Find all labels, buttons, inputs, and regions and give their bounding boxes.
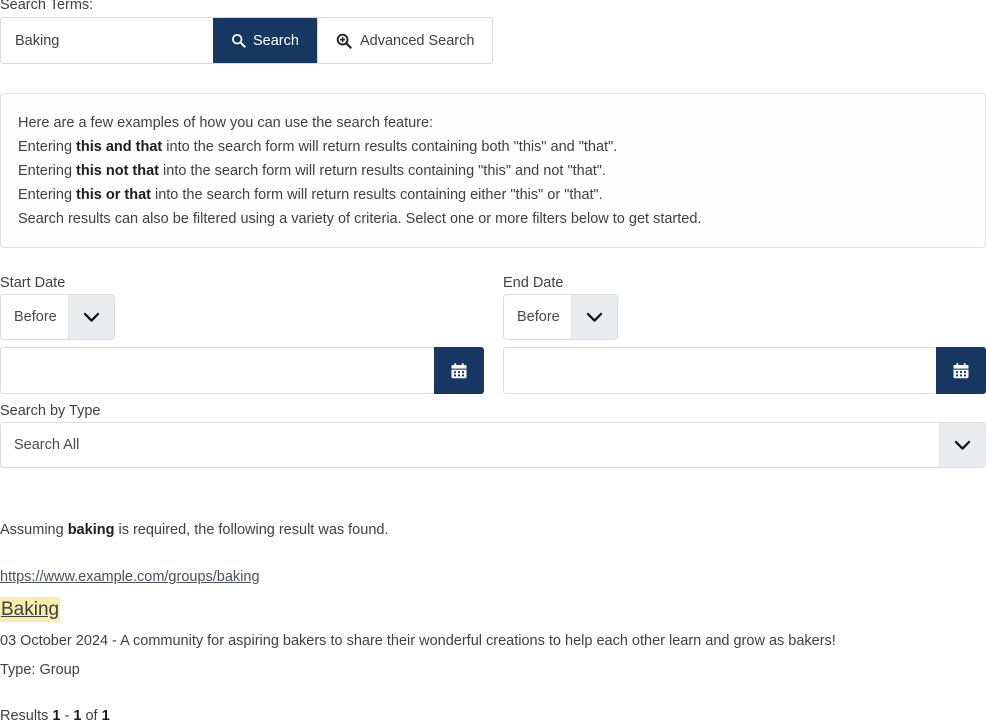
calendar-icon (952, 362, 970, 380)
search-by-type-select[interactable]: Search All (0, 422, 986, 468)
advanced-search-label: Advanced Search (359, 32, 475, 49)
assumption-text: Assuming baking is required, the followi… (0, 522, 389, 538)
help-line-0: Here are a few examples of how you can u… (18, 115, 434, 131)
help-line-1: Entering this and that into the search f… (18, 139, 618, 155)
start-date-label: Start Date (0, 275, 66, 291)
search-button-label: Search (253, 32, 299, 49)
result-type: Type: Group (0, 662, 80, 678)
start-date-row (0, 347, 484, 394)
help-line-4: Search results can also be filtered usin… (18, 211, 702, 227)
advanced-search-button[interactable]: Advanced Search (316, 18, 493, 63)
chevron-down-icon[interactable] (939, 423, 985, 467)
result-url-link[interactable]: https://www.example.com/groups/baking (0, 569, 260, 586)
end-date-input[interactable] (503, 347, 936, 394)
start-date-operator-value: Before (1, 295, 68, 339)
start-date-calendar-button[interactable] (434, 347, 484, 394)
results-count: Results 1 - 1 of 1 (0, 708, 110, 722)
search-button[interactable]: Search (213, 18, 317, 63)
magnifier-plus-icon (336, 33, 352, 49)
chevron-down-icon[interactable] (571, 295, 617, 339)
calendar-icon (450, 362, 468, 380)
chevron-down-icon[interactable] (68, 295, 114, 339)
result-title-link[interactable]: Baking (0, 597, 61, 622)
result-description: 03 October 2024 - A community for aspiri… (0, 633, 836, 649)
end-date-calendar-button[interactable] (936, 347, 986, 394)
search-page: Search Terms: Search Advanced Sear (0, 0, 986, 722)
search-by-type-label: Search by Type (0, 403, 101, 419)
help-line-3: Entering this or that into the search fo… (18, 187, 603, 203)
search-bar: Search Advanced Search (0, 17, 494, 64)
search-help-panel: Here are a few examples of how you can u… (0, 93, 986, 248)
search-by-type-value: Search All (14, 437, 80, 453)
end-date-label: End Date (503, 275, 564, 291)
end-date-row (503, 347, 986, 394)
help-line-2: Entering this not that into the search f… (18, 163, 606, 179)
start-date-input[interactable] (0, 347, 434, 394)
end-date-operator-select[interactable]: Before (503, 294, 618, 340)
magnifier-icon (231, 33, 246, 48)
start-date-operator-select[interactable]: Before (0, 294, 115, 340)
search-terms-label: Search Terms: (0, 0, 94, 13)
search-input[interactable] (1, 18, 213, 63)
end-date-operator-value: Before (504, 295, 571, 339)
